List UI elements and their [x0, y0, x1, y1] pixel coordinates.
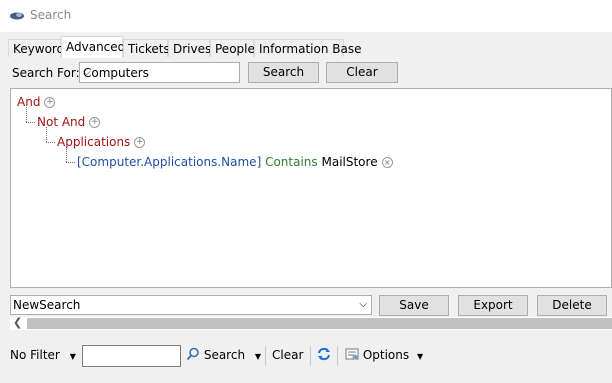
options-label: Options	[362, 348, 410, 362]
filter-text-input[interactable]	[82, 345, 181, 367]
tab-people[interactable]: People	[210, 39, 255, 57]
tab-drives[interactable]: Drives	[168, 39, 212, 57]
node-label: And	[17, 95, 41, 109]
tab-label: Advanced	[66, 40, 126, 54]
search-button[interactable]: Search	[248, 62, 319, 83]
tree-connector	[26, 122, 35, 123]
tab-tickets[interactable]: Tickets	[123, 39, 170, 57]
condition-field[interactable]: [Computer.Applications.Name]	[77, 155, 261, 169]
quick-search-label: Search	[203, 348, 246, 362]
dropdown-arrow-icon: ▼	[416, 352, 424, 361]
remove-node-icon[interactable]: ×	[381, 157, 393, 168]
condition-value[interactable]: MailStore	[321, 155, 377, 169]
bottom-toolbar: No Filter ▼ Search ▼ Clear Options ▼	[0, 336, 612, 383]
search-window-icon	[9, 10, 25, 24]
add-node-icon[interactable]: +	[134, 137, 146, 148]
tree-connector	[26, 107, 27, 122]
search-for-label: Search For:	[12, 66, 80, 80]
dropdown-arrow-icon: ▼	[69, 352, 76, 361]
tree-node-not-and[interactable]: Not And +	[37, 115, 101, 129]
horizontal-scrollbar[interactable]: ❮	[10, 316, 612, 330]
toolbar-separator	[310, 346, 311, 366]
tab-label: Keyword	[13, 42, 65, 56]
tree-connector	[46, 127, 47, 142]
scroll-left-icon[interactable]: ❮	[13, 316, 22, 329]
export-button[interactable]: Export	[458, 295, 528, 316]
tab-label: Drives	[173, 42, 212, 56]
query-tree: And + Not And + Applications + [Computer.Ap…	[10, 88, 612, 288]
node-label: Not And	[37, 115, 86, 129]
node-label: Applications	[57, 135, 131, 149]
saved-search-value: NewSearch	[13, 298, 81, 312]
tree-node-condition[interactable]: [Computer.Applications.Name] Contains Ma…	[77, 155, 393, 169]
filter-label: No Filter	[10, 348, 60, 362]
quick-clear-button[interactable]: Clear	[272, 348, 303, 362]
options-icon	[345, 348, 363, 362]
chevron-down-icon: ⌵	[83, 67, 91, 78]
tab-information-base[interactable]: Information Base	[254, 39, 362, 57]
tab-strip: Keyword Advanced Tickets Drives People I…	[0, 36, 612, 59]
tree-node-and[interactable]: And +	[17, 95, 56, 109]
refresh-button[interactable]	[317, 347, 331, 362]
delete-button[interactable]: Delete	[537, 295, 607, 316]
scrollbar-thumb[interactable]	[27, 318, 612, 329]
tree-connector	[66, 147, 67, 162]
tree-node-applications[interactable]: Applications +	[57, 135, 146, 149]
condition-operator[interactable]: Contains	[265, 155, 318, 169]
toolbar-separator	[337, 346, 338, 366]
clear-button[interactable]: Clear	[326, 62, 398, 83]
tab-label: People	[215, 42, 255, 56]
tab-keyword[interactable]: Keyword	[8, 39, 65, 57]
toolbar-separator	[265, 346, 266, 366]
window-title: Search	[30, 8, 72, 22]
dropdown-arrow-icon[interactable]: ▼	[255, 352, 261, 361]
saved-search-select[interactable]: NewSearch ⌵	[10, 295, 372, 315]
title-bar: Search	[0, 0, 612, 32]
quick-search-button[interactable]: Search ▼	[186, 347, 261, 362]
tree-connector	[66, 162, 75, 163]
tab-label: Information Base	[259, 42, 362, 56]
tab-label: Tickets	[128, 42, 170, 56]
chevron-down-icon: ⌵	[359, 299, 367, 310]
filter-dropdown[interactable]: No Filter ▼	[10, 348, 76, 362]
add-node-icon[interactable]: +	[44, 97, 56, 108]
save-button[interactable]: Save	[379, 295, 449, 316]
options-button[interactable]: Options ▼	[345, 347, 423, 362]
add-node-icon[interactable]: +	[89, 117, 101, 128]
magnifier-icon	[186, 347, 204, 362]
search-for-select[interactable]: Computers ⌵	[79, 62, 240, 83]
tab-advanced[interactable]: Advanced	[61, 36, 126, 59]
tree-connector	[46, 142, 55, 143]
refresh-icon	[317, 347, 331, 362]
